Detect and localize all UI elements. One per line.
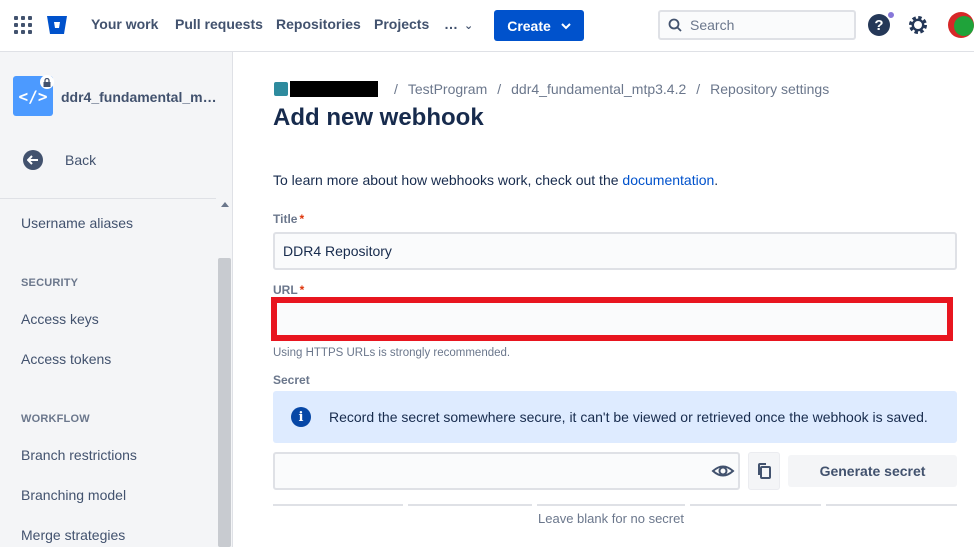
title-field[interactable] — [273, 232, 957, 270]
arrow-left-icon — [23, 150, 43, 170]
nav-your-work[interactable]: Your work — [91, 16, 158, 32]
chevron-down-icon — [561, 22, 571, 29]
lock-icon — [40, 75, 54, 89]
url-field[interactable] — [271, 297, 953, 341]
nav-more-menu[interactable]: … ⌄ — [444, 16, 473, 32]
intro-text-end: . — [714, 172, 719, 188]
generate-secret-button[interactable]: Generate secret — [788, 455, 957, 487]
required-marker: * — [299, 212, 305, 226]
url-label: URL * — [273, 283, 304, 297]
scroll-up-icon[interactable] — [221, 202, 229, 207]
sidebar-item-merge-strategies[interactable]: Merge strategies — [21, 527, 125, 543]
help-label: ? — [874, 16, 884, 34]
notification-dot — [887, 11, 895, 19]
secret-info-banner: i Record the secret somewhere secure, it… — [273, 391, 957, 443]
search-placeholder: Search — [690, 17, 735, 33]
sidebar-item-branching-model[interactable]: Branching model — [21, 487, 126, 503]
intro-text-body: To learn more about how webhooks work, c… — [273, 172, 623, 188]
sidebar-heading-workflow: WORKFLOW — [21, 413, 90, 425]
sidebar: </> ddr4_fundamental_mt… Back Username a… — [0, 52, 233, 547]
breadcrumb-repository[interactable]: ddr4_fundamental_mtp3.4.2 — [511, 81, 686, 97]
breadcrumb-project[interactable]: TestProgram — [408, 81, 487, 97]
search-icon — [668, 18, 682, 32]
sidebar-item-access-tokens[interactable]: Access tokens — [21, 351, 111, 367]
back-button[interactable]: Back — [23, 150, 96, 170]
title-label: Title * — [273, 212, 304, 226]
sidebar-scrollbar-thumb[interactable] — [218, 258, 231, 547]
create-button[interactable]: Create — [494, 10, 584, 41]
info-icon: i — [291, 407, 311, 427]
secret-info-text: Record the secret somewhere secure, it c… — [329, 409, 928, 425]
secret-strength-segment — [273, 504, 403, 506]
title-label-text: Title — [273, 212, 298, 226]
sidebar-item-username-aliases[interactable]: Username aliases — [21, 215, 133, 231]
secret-strength-segment — [690, 504, 821, 506]
sidebar-item-access-keys[interactable]: Access keys — [21, 311, 99, 327]
create-button-label: Create — [507, 17, 551, 34]
intro-text: To learn more about how webhooks work, c… — [273, 172, 718, 188]
breadcrumb-separator: / — [394, 81, 398, 97]
required-marker: * — [299, 283, 305, 297]
sidebar-heading-security: SECURITY — [21, 277, 79, 289]
copy-icon — [758, 463, 771, 479]
workspace-icon[interactable] — [274, 82, 288, 96]
documentation-link[interactable]: documentation — [622, 172, 714, 188]
url-label-text: URL — [273, 283, 298, 297]
secret-strength-segment — [826, 504, 957, 506]
search-input[interactable]: Search — [658, 10, 856, 40]
avatar[interactable] — [948, 12, 974, 38]
repository-name[interactable]: ddr4_fundamental_mt… — [61, 89, 221, 105]
title-input[interactable] — [283, 243, 955, 259]
gear-icon[interactable] — [906, 13, 930, 37]
secret-label: Secret — [273, 373, 310, 387]
redacted-workspace-name[interactable] — [290, 81, 378, 97]
sidebar-divider — [0, 198, 216, 199]
repository-icon-glyph: </> — [18, 86, 48, 106]
breadcrumb: / TestProgram / ddr4_fundamental_mtp3.4.… — [274, 81, 829, 97]
url-hint: Using HTTPS URLs is strongly recommended… — [273, 347, 511, 359]
nav-pull-requests[interactable]: Pull requests — [175, 16, 263, 32]
page-title: Add new webhook — [273, 104, 484, 131]
url-input[interactable] — [277, 303, 947, 335]
top-navigation: Your work Pull requests Repositories Pro… — [0, 0, 974, 52]
secret-strength-segment — [537, 504, 685, 506]
app-switcher-icon[interactable] — [14, 16, 32, 34]
sidebar-item-branch-restrictions[interactable]: Branch restrictions — [21, 447, 137, 463]
secret-input[interactable] — [273, 452, 740, 490]
help-icon[interactable]: ? — [868, 14, 890, 36]
nav-more-label: … — [444, 16, 458, 32]
nav-projects[interactable]: Projects — [374, 16, 429, 32]
secret-hint: Leave blank for no secret — [538, 511, 684, 526]
breadcrumb-separator: / — [497, 81, 502, 97]
bitbucket-logo-icon[interactable] — [46, 15, 68, 35]
chevron-down-icon: ⌄ — [464, 20, 474, 32]
back-label: Back — [65, 152, 97, 168]
nav-repositories[interactable]: Repositories — [276, 16, 361, 32]
breadcrumb-repository-settings[interactable]: Repository settings — [710, 81, 829, 97]
breadcrumb-separator: / — [696, 81, 701, 97]
secret-strength-segment — [408, 504, 532, 506]
info-icon-glyph: i — [298, 409, 304, 425]
copy-button[interactable] — [748, 452, 780, 490]
eye-icon[interactable] — [711, 461, 735, 481]
